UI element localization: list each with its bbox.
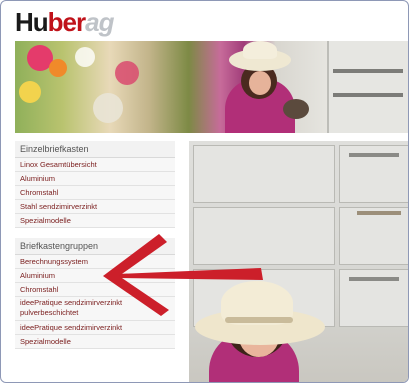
- nav-link-gruppen-spezialmodelle[interactable]: Spezialmodelle: [15, 335, 175, 349]
- header-banner-image: [15, 41, 408, 133]
- nav-link-ideepratique-sendzimirverzinkt[interactable]: ideePratique sendzimirverzinkt: [15, 321, 175, 335]
- page-frame: Huberag Einzelbriefkasten Linox Gesamtüb…: [0, 0, 409, 383]
- nav-link-stahl-sendzimirverzinkt[interactable]: Stahl sendzimirverzinkt: [15, 200, 175, 214]
- nav-link-linox-gesamtuebersicht[interactable]: Linox Gesamtübersicht: [15, 158, 175, 172]
- huber-logo[interactable]: Huberag: [15, 7, 114, 37]
- nav-link-aluminium[interactable]: Aluminium: [15, 172, 175, 186]
- red-arrow-annotation: [103, 234, 263, 316]
- nav-link-chromstahl[interactable]: Chromstahl: [15, 186, 175, 200]
- section-heading-einzelbriefkasten: Einzelbriefkasten: [15, 141, 175, 158]
